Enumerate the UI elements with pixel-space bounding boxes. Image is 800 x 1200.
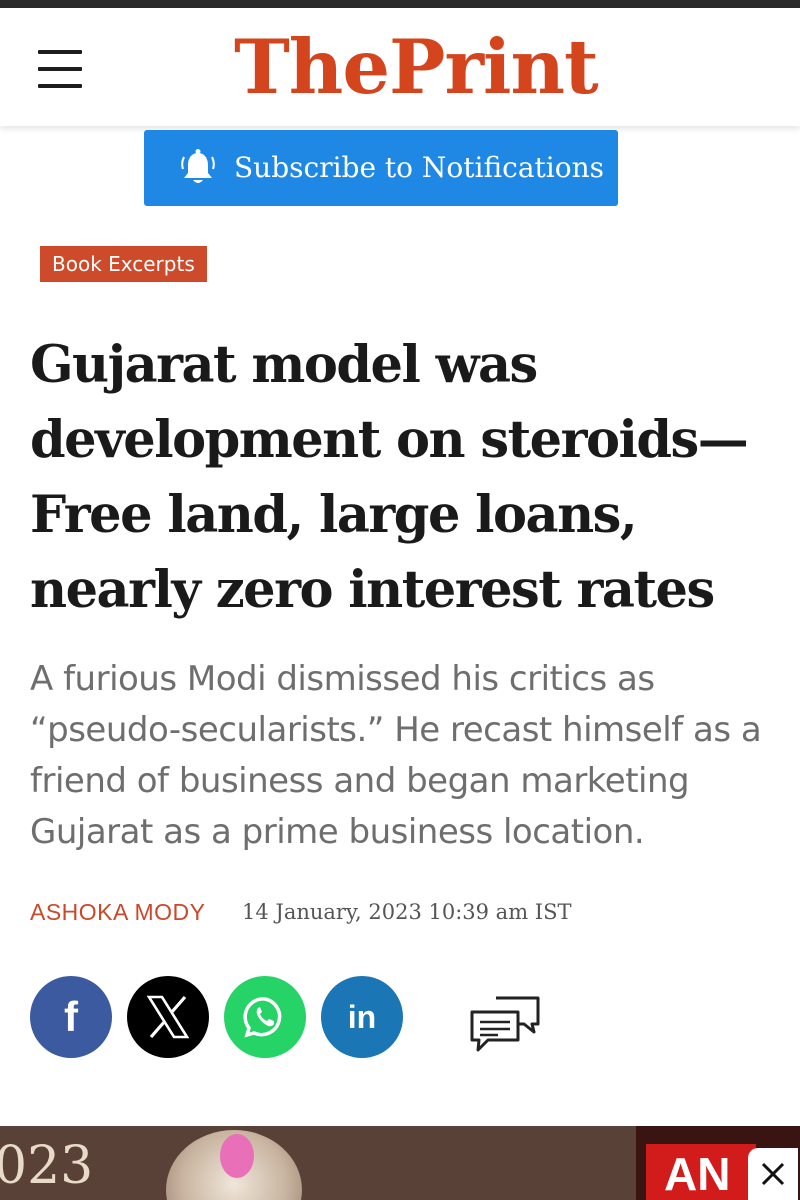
hamburger-menu-icon[interactable] — [38, 50, 82, 90]
x-icon — [146, 995, 190, 1039]
share-linkedin-button[interactable]: in — [321, 976, 403, 1058]
ad-logo-text: AN — [664, 1148, 731, 1200]
advertisement-banner[interactable]: 023 AN — [0, 1126, 800, 1200]
author-link[interactable]: ASHOKA MODY — [30, 896, 205, 928]
share-x-button[interactable] — [127, 976, 209, 1058]
status-strip — [0, 0, 800, 8]
close-icon — [761, 1162, 785, 1186]
article-dek: A furious Modi dismissed his critics as … — [30, 659, 762, 852]
facebook-icon: f — [64, 993, 78, 1040]
share-whatsapp-button[interactable] — [224, 976, 306, 1058]
ad-flower-image — [220, 1134, 254, 1178]
site-header: ThePrint — [0, 8, 800, 126]
share-facebook-button[interactable]: f — [30, 976, 112, 1058]
ad-year-text: 023 — [0, 1136, 94, 1196]
subscribe-label: Subscribe to Notifications — [234, 151, 605, 184]
linkedin-icon: in — [347, 998, 377, 1035]
site-logo[interactable]: ThePrint — [234, 22, 614, 112]
ad-close-button[interactable] — [748, 1148, 798, 1200]
subscribe-notifications-button[interactable]: Subscribe to Notifications — [144, 130, 618, 206]
publish-date: 14 January, 2023 10:39 am IST — [242, 900, 572, 924]
comments-icon[interactable] — [468, 994, 542, 1052]
bell-icon — [181, 149, 215, 183]
article-headline: Gujarat model was development on steroid… — [30, 335, 749, 620]
whatsapp-icon — [243, 997, 282, 1038]
category-badge[interactable]: Book Excerpts — [40, 246, 207, 282]
